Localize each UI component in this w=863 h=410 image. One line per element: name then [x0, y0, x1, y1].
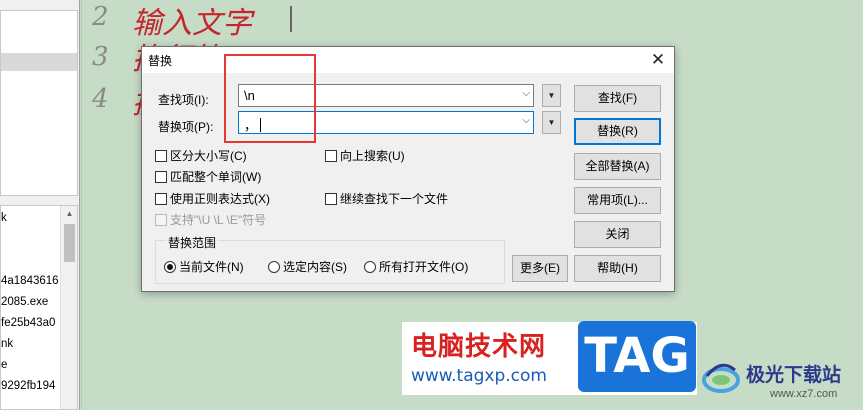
- file-list-item[interactable]: nk: [1, 334, 13, 354]
- find-button[interactable]: 查找(F): [574, 85, 661, 112]
- triangle-down-icon: ▼: [547, 91, 556, 100]
- watermark-site2-url: www.xz7.com: [770, 388, 838, 400]
- file-list-item[interactable]: e: [1, 355, 7, 375]
- text-cursor: [290, 6, 292, 32]
- chevron-down-icon[interactable]: ⌵: [522, 88, 530, 99]
- line-number: 3: [92, 42, 109, 72]
- escape-checkbox: 支持"\U \L \E"符号: [155, 211, 266, 228]
- selected-tree-item[interactable]: [1, 53, 77, 71]
- case-sensitive-checkbox[interactable]: 区分大小写(C): [155, 147, 247, 164]
- regex-checkbox[interactable]: 使用正则表达式(X): [155, 190, 270, 207]
- line-number: 4: [92, 84, 109, 114]
- watermark-url: www.tagxp.com: [411, 366, 547, 386]
- chevron-down-icon[interactable]: ⌵: [522, 115, 530, 126]
- close-button[interactable]: 关闭: [574, 221, 661, 248]
- file-panel: k 4a1843616 2085.exe fe25b43a0 nk e 9292…: [0, 0, 80, 410]
- common-items-button[interactable]: 常用项(L)...: [574, 187, 661, 214]
- triangle-down-icon: ▼: [547, 118, 556, 127]
- watermark-tag-logo: TAG: [578, 321, 696, 392]
- replace-button[interactable]: 替换(R): [574, 118, 661, 145]
- scope-selection-radio[interactable]: 选定内容(S): [268, 258, 347, 275]
- watermark-site2-name: 极光下载站: [746, 365, 842, 386]
- annotation-highlight-box: [224, 54, 316, 143]
- aurora-logo-icon: [702, 363, 740, 393]
- replace-all-button[interactable]: 全部替换(A): [574, 153, 661, 180]
- watermark-site-name: 电脑技术网: [411, 331, 547, 361]
- file-list-item[interactable]: fe25b43a0: [1, 313, 55, 333]
- scope-all-open-radio[interactable]: 所有打开文件(O): [364, 258, 468, 275]
- scrollbar-thumb[interactable]: [64, 224, 75, 262]
- dialog-title-bar[interactable]: 替换 ✕: [142, 47, 674, 73]
- find-history-dropdown[interactable]: ▼: [542, 84, 561, 107]
- replace-history-dropdown[interactable]: ▼: [542, 111, 561, 134]
- file-list-item[interactable]: 2085.exe: [1, 292, 48, 312]
- replace-label: 替换项(P):: [158, 120, 214, 134]
- file-list: k 4a1843616 2085.exe fe25b43a0 nk e 9292…: [0, 205, 78, 410]
- scope-current-radio[interactable]: 当前文件(N): [164, 258, 244, 275]
- more-button[interactable]: 更多(E): [512, 255, 568, 282]
- whole-word-checkbox[interactable]: 匹配整个单词(W): [155, 168, 261, 185]
- replace-scope-title: 替换范围: [166, 234, 219, 251]
- dialog-title: 替换: [148, 54, 173, 68]
- scroll-up-icon[interactable]: ▲: [61, 206, 77, 222]
- file-list-item[interactable]: 9292fb194: [1, 376, 55, 396]
- search-up-checkbox[interactable]: 向上搜索(U): [325, 147, 405, 164]
- file-list-item[interactable]: 4a1843616: [1, 271, 59, 291]
- replace-dialog: 替换 ✕ 查找项(I): \n ⌵ ▼ 替换项(P): ， ⌵ ▼ 区分大小写(…: [141, 46, 675, 292]
- help-button[interactable]: 帮助(H): [574, 255, 661, 282]
- file-list-item[interactable]: k: [1, 208, 7, 228]
- file-list-scrollbar[interactable]: ▲: [60, 206, 77, 409]
- line-number: 2: [92, 2, 109, 32]
- find-label: 查找项(I):: [158, 93, 209, 107]
- folder-tree[interactable]: [0, 10, 78, 196]
- continue-next-file-checkbox[interactable]: 继续查找下一个文件: [325, 190, 448, 207]
- close-icon[interactable]: ✕: [642, 47, 674, 73]
